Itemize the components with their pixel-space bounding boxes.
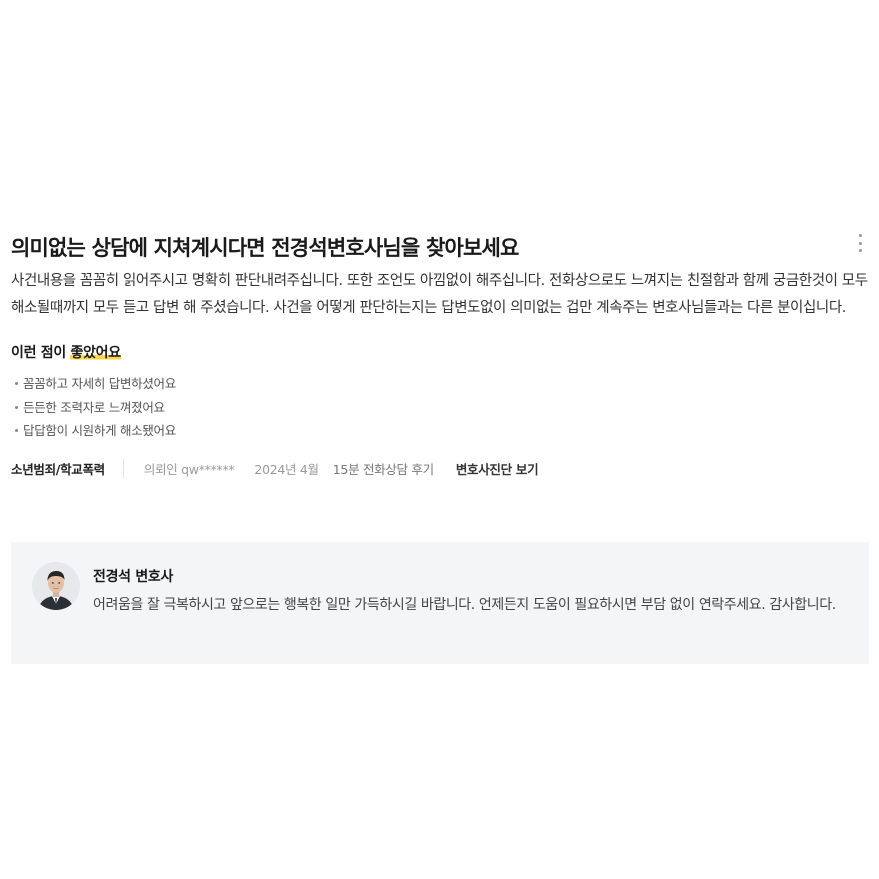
lawyer-reply-text: 어려움을 잘 극복하시고 앞으로는 행복한 일만 가득하시길 바랍니다. 언제든… <box>93 597 836 613</box>
lawyer-name: 전경석 변호사 <box>93 569 174 585</box>
lawyer-avatar <box>32 562 80 610</box>
lawyer-reply: 전경석 변호사 어려움을 잘 극복하시고 앞으로는 행복한 일만 가득하시길 바… <box>11 542 869 664</box>
good-points-list: 꼼꼼하고 자세히 답변하셨어요 든든한 조력자로 느껴졌어요 답답함이 시원하게… <box>11 372 869 443</box>
review-card: 의미없는 상담에 지쳐계시다면 전경석변호사님을 찾아보세요 사건내용을 꼼꼼히… <box>11 228 869 478</box>
review-title: 의미없는 상담에 지쳐계시다면 전경석변호사님을 찾아보세요 <box>11 236 519 260</box>
good-point-item: 답답함이 시원하게 해소됐어요 <box>11 419 869 443</box>
good-points-prefix: 이런 점이 <box>11 345 71 361</box>
more-vertical-icon[interactable] <box>855 234 865 252</box>
review-meta: 소년범죄/학교폭력 의뢰인 qw****** 2024년 4월 15분 전화상담… <box>11 459 869 478</box>
good-point-item: 든든한 조력자로 느껴졌어요 <box>11 396 869 420</box>
good-points-highlight: 좋았어요 <box>70 345 121 361</box>
review-body: 사건내용을 꼼꼼히 읽어주시고 명확히 판단내려주십니다. 또한 조언도 아낌없… <box>11 273 868 316</box>
review-user: 의뢰인 qw****** <box>143 462 235 477</box>
diagnosis-link[interactable]: 변호사진단 보기 <box>456 459 539 478</box>
review-date: 2024년 4월 <box>254 462 319 477</box>
good-point-item: 꼼꼼하고 자세히 답변하셨어요 <box>11 372 869 396</box>
good-points-heading: 이런 점이 좋았어요 <box>11 342 121 362</box>
review-consult-type: 15분 전화상담 후기 <box>332 462 434 477</box>
review-category: 소년범죄/학교폭력 <box>11 459 124 478</box>
review-header: 의미없는 상담에 지쳐계시다면 전경석변호사님을 찾아보세요 <box>11 228 869 268</box>
